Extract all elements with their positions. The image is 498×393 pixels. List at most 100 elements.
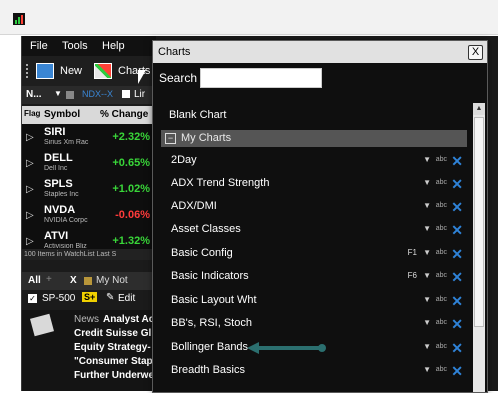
row-desc: NVIDIA Corpc [44,217,88,224]
news-line[interactable]: Analyst Ac [103,314,154,325]
search-input[interactable] [200,68,322,88]
news-line[interactable]: "Consumer Stap [74,356,153,367]
flag-icon[interactable]: ▷ [26,184,34,195]
new-window-icon [36,63,54,79]
col-change[interactable]: % Change [100,109,148,120]
table-row[interactable]: ▷ NVDA NVIDIA Corpc -0.06% [22,202,156,229]
rename-icon[interactable]: abc [436,343,447,350]
menu-help[interactable]: Help [102,40,125,52]
close-tab-icon[interactable]: X [70,275,77,286]
chevron-down-icon[interactable]: ▼ [423,178,431,187]
news-line[interactable]: Further Underwe [74,370,154,381]
table-row[interactable]: ▷ SPLS Staples Inc +1.02% [22,176,156,203]
rename-icon[interactable]: abc [436,202,447,209]
collapse-icon[interactable]: − [165,133,176,144]
row-symbol: NVDA [44,204,76,216]
news-line[interactable]: Credit Suisse Gl [74,328,151,339]
rename-icon[interactable]: abc [436,249,447,256]
delete-icon[interactable]: ✕ [451,199,463,216]
delete-icon[interactable]: ✕ [451,363,463,380]
delete-icon[interactable]: ✕ [451,153,463,170]
add-tab-icon[interactable]: + [46,274,52,285]
chart-item[interactable]: ADX Trend Strength ▼ abc ✕ [169,174,463,194]
scroll-up-icon[interactable]: ▲ [473,103,485,115]
ndx-symbol[interactable]: NDX--X [82,89,113,99]
flag-icon[interactable]: ▷ [26,210,34,221]
delete-icon[interactable]: ✕ [451,176,463,193]
chart-item-name: Basic Indicators [171,270,249,282]
row-symbol: SIRI [44,126,66,138]
rename-icon[interactable]: abc [436,272,447,279]
sp-checkbox[interactable]: ✓ [28,294,37,303]
tab-all[interactable]: All [28,275,41,286]
chevron-down-icon[interactable]: ▼ [423,295,431,304]
new-button[interactable]: New [34,61,84,81]
delete-icon[interactable]: ✕ [451,293,463,310]
col-flag[interactable]: Flag [24,109,40,118]
square-icon [66,91,74,99]
news-label: News [74,314,100,325]
chart-item[interactable]: ADX/DMI ▼ abc ✕ [169,197,463,217]
chart-item[interactable]: Breadth Basics ▼ abc ✕ [169,361,463,381]
chart-item[interactable]: Basic Layout Wht ▼ abc ✕ [169,291,463,311]
chart-item-name: Breadth Basics [171,364,245,376]
link-checkbox[interactable] [122,90,130,98]
table-row[interactable]: ▷ SIRI Sirius Xm Rac +2.32% [22,124,156,151]
col-symbol[interactable]: Symbol [44,109,80,120]
scroll-thumb[interactable] [474,117,484,327]
edit-icon[interactable]: ✎ [106,292,114,303]
row-change: +0.65% [112,157,150,169]
chart-item[interactable]: 2Day ▼ abc ✕ [169,151,463,171]
chevron-down-icon[interactable]: ▼ [423,224,431,233]
chevron-down-icon[interactable]: ▼ [423,201,431,210]
delete-icon[interactable]: ✕ [451,222,463,239]
chart-item[interactable]: Basic Config F1 ▼ abc ✕ [169,244,463,264]
chevron-down-icon[interactable]: ▼ [423,155,431,164]
rename-icon[interactable]: abc [436,296,447,303]
close-icon[interactable]: X [468,45,483,60]
chevron-down-icon[interactable]: ▼ [423,365,431,374]
delete-icon[interactable]: ✕ [451,316,463,333]
chevron-down-icon[interactable]: ▼ [423,271,431,280]
row-symbol: ATVI [44,230,69,242]
chevron-down-icon[interactable]: ▼ [54,89,62,98]
chart-item[interactable]: Asset Classes ▼ abc ✕ [169,220,463,240]
chart-item[interactable]: BB's, RSI, Stoch ▼ abc ✕ [169,314,463,334]
rename-icon[interactable]: abc [436,156,447,163]
blank-chart-item[interactable]: Blank Chart [169,109,226,121]
rename-icon[interactable]: abc [436,366,447,373]
dialog-title-bar: Charts X [153,41,487,63]
desktop-top-bar [0,0,498,35]
delete-icon[interactable]: ✕ [451,340,463,357]
link-label: Lir [134,89,146,100]
edit-label[interactable]: Edit [118,293,135,304]
news-line[interactable]: Equity Strategy- [74,342,151,353]
chevron-down-icon[interactable]: ▼ [423,318,431,327]
tab-my-notes[interactable]: My Not [96,275,128,286]
new-button-label: New [60,65,83,77]
chart-item-name: ADX/DMI [171,200,217,212]
rename-icon[interactable]: abc [436,225,447,232]
chart-icon [94,63,112,79]
chart-item[interactable]: Basic Indicators F6 ▼ abc ✕ [169,267,463,287]
delete-icon[interactable]: ✕ [451,269,463,286]
watchlist-name[interactable]: N... [26,89,42,100]
hotkey-label: F1 [407,248,417,257]
table-row[interactable]: ▷ ATVI Activision Bliz +1.32% [22,228,156,250]
lower-tabs: All + X My Not [22,272,156,290]
row-desc: Sirius Xm Rac [44,139,89,146]
row-symbol: SPLS [44,178,73,190]
scrollbar[interactable]: ▲ [473,103,485,392]
flag-icon[interactable]: ▷ [26,158,34,169]
menu-file[interactable]: File [30,40,48,52]
flag-icon[interactable]: ▷ [26,132,34,143]
chevron-down-icon[interactable]: ▼ [423,342,431,351]
rename-icon[interactable]: abc [436,179,447,186]
flag-icon[interactable]: ▷ [26,236,34,247]
delete-icon[interactable]: ✕ [451,246,463,263]
chevron-down-icon[interactable]: ▼ [423,248,431,257]
menu-tools[interactable]: Tools [62,40,88,52]
my-charts-section[interactable]: − My Charts [161,130,467,147]
table-row[interactable]: ▷ DELL Dell Inc +0.65% [22,150,156,177]
rename-icon[interactable]: abc [436,319,447,326]
